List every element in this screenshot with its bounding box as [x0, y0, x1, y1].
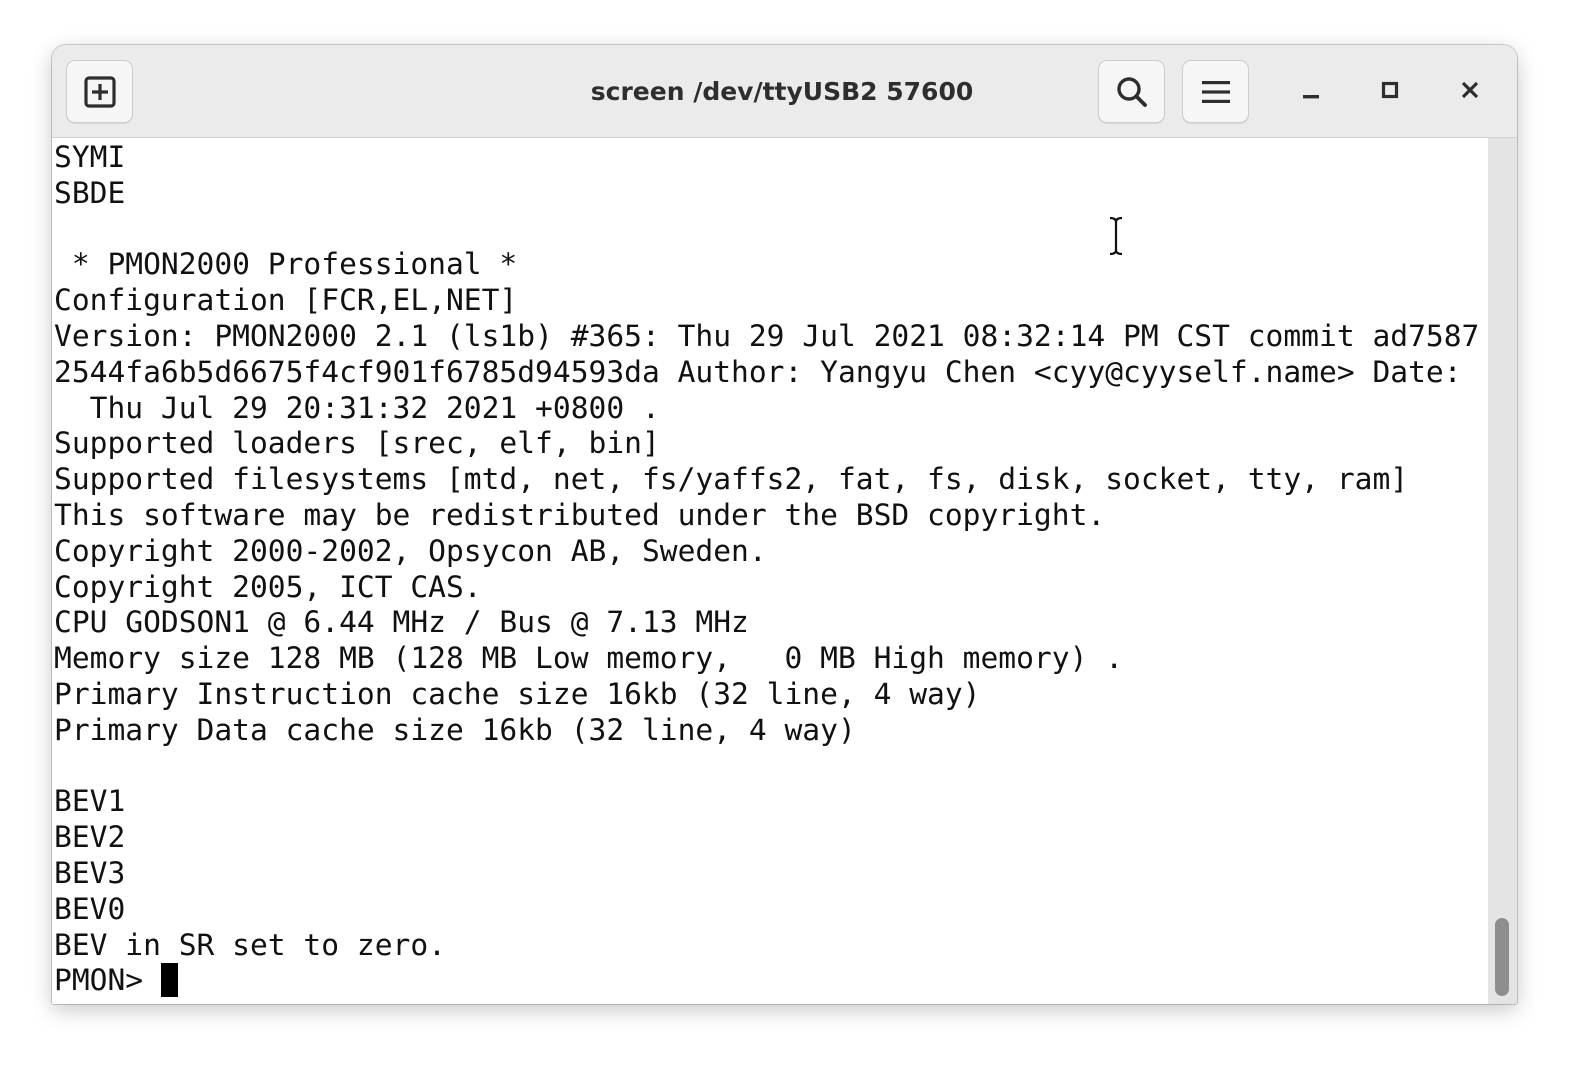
terminal-line: Configuration [FCR,EL,NET] [54, 283, 518, 318]
minimize-icon [1300, 79, 1322, 106]
terminal-line: Copyright 2005, ICT CAS. [54, 569, 482, 604]
terminal-line: Copyright 2000-2002, Opsycon AB, Sweden. [54, 533, 767, 568]
terminal-line: BEV0 [54, 891, 126, 926]
new-tab-icon [83, 75, 117, 109]
terminal-line: BEV3 [54, 855, 126, 890]
terminal-text: SYMI SBDE * PMON2000 Professional * Config… [52, 138, 1488, 999]
terminal-prompt: PMON> [54, 963, 161, 998]
terminal-line: BEV2 [54, 820, 126, 855]
terminal-line: Memory size 128 MB (128 MB Low memory, 0… [54, 641, 1124, 676]
search-button[interactable] [1098, 60, 1165, 123]
hamburger-menu-icon [1200, 78, 1232, 106]
title-bar: screen /dev/ttyUSB2 57600 [52, 45, 1517, 138]
terminal-output[interactable]: SYMI SBDE * PMON2000 Professional * Config… [52, 138, 1488, 1004]
terminal-line: BEV1 [54, 784, 126, 819]
menu-button[interactable] [1182, 60, 1249, 123]
terminal-line: Supported filesystems [mtd, net, fs/yaff… [54, 462, 1409, 497]
vertical-scrollbar[interactable] [1488, 138, 1517, 1004]
terminal-line: SYMI [54, 140, 126, 174]
terminal-line: Version: PMON2000 2.1 (ls1b) #365: Thu 2… [54, 318, 1480, 353]
terminal-line: 2544fa6b5d6675f4cf901f6785d94593da Autho… [54, 354, 1462, 389]
terminal-line: Primary Instruction cache size 16kb (32 … [54, 676, 981, 711]
search-icon [1115, 75, 1149, 109]
terminal-line: BEV in SR set to zero. [54, 927, 446, 962]
terminal-line: This software may be redistributed under… [54, 497, 1106, 532]
terminal-line: Primary Data cache size 16kb (32 line, 4… [54, 712, 856, 747]
terminal-window: screen /dev/ttyUSB2 57600 SYMI SBDE * PM… [52, 45, 1517, 1004]
window-title: screen /dev/ttyUSB2 57600 [590, 77, 974, 106]
scrollbar-thumb[interactable] [1495, 918, 1509, 996]
terminal-line: * PMON2000 Professional * [54, 247, 518, 282]
minimize-button[interactable] [1290, 71, 1332, 113]
close-icon [1459, 79, 1481, 106]
terminal-line: SBDE [54, 175, 126, 210]
terminal-prompt-line: PMON> [54, 963, 1488, 999]
maximize-button[interactable] [1369, 71, 1411, 113]
new-tab-button[interactable] [66, 60, 133, 123]
terminal-line: Thu Jul 29 20:31:32 2021 +0800 . [54, 390, 660, 425]
close-button[interactable] [1449, 71, 1491, 113]
mouse-ibeam-cursor-icon [1106, 215, 1126, 257]
terminal-line: CPU GODSON1 @ 6.44 MHz / Bus @ 7.13 MHz [54, 605, 749, 640]
maximize-icon [1379, 79, 1401, 106]
terminal-line: Supported loaders [srec, elf, bin] [54, 426, 660, 461]
text-cursor [160, 963, 178, 998]
